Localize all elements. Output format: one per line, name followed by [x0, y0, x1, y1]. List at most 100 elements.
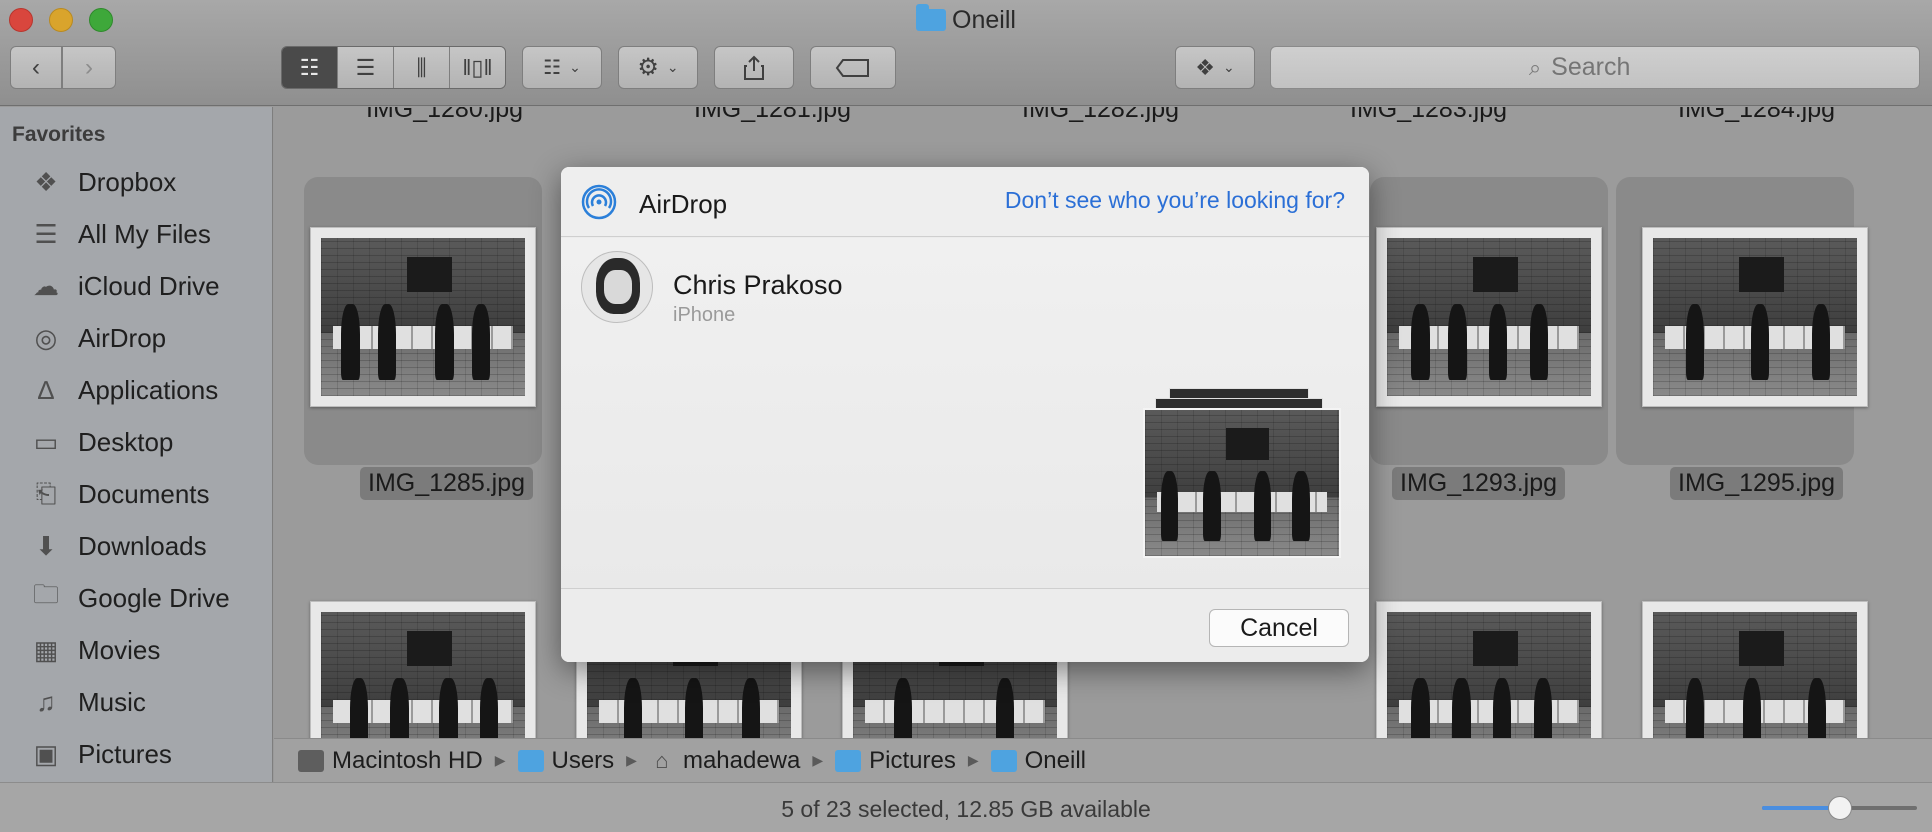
folder-icon: [990, 749, 1017, 772]
help-link[interactable]: Don’t see who you’re looking for?: [1005, 187, 1345, 214]
airdrop-icon: [581, 184, 617, 220]
sidebar-item-label: Google Drive: [78, 582, 230, 613]
icon-view-button[interactable]: ☷: [282, 47, 338, 88]
all-files-icon: ☰: [34, 218, 58, 249]
airdrop-footer: Cancel: [561, 588, 1369, 662]
sidebar-item-label: Pictures: [78, 738, 172, 769]
file-name[interactable]: IMG_1284.jpg: [1678, 107, 1835, 124]
hard-drive-icon: [298, 749, 324, 772]
path-item-label: Pictures: [869, 746, 956, 774]
chevron-down-icon: ⌄: [666, 59, 679, 75]
sidebar-item-label: Movies: [78, 634, 161, 665]
file-name[interactable]: IMG_1283.jpg: [1350, 107, 1507, 124]
cover-flow-view-button[interactable]: ‖▯‖: [450, 47, 505, 88]
music-note-icon: ♫: [36, 686, 56, 717]
search-field[interactable]: ⌕: [1270, 46, 1920, 89]
columns-icon: ⫼: [416, 54, 427, 80]
file-name[interactable]: IMG_1280.jpg: [366, 107, 523, 124]
slider-knob[interactable]: [1827, 796, 1852, 820]
path-item-label: Macintosh HD: [332, 746, 483, 774]
action-button[interactable]: ⚙ ⌄: [618, 46, 698, 89]
file-name[interactable]: IMG_1281.jpg: [694, 107, 851, 124]
sidebar-item-pictures[interactable]: ▣ Pictures: [28, 734, 172, 774]
file-thumbnail[interactable]: [1642, 227, 1868, 407]
chevron-left-icon: ‹: [32, 53, 40, 81]
sidebar-item-movies[interactable]: ▦ Movies: [28, 630, 161, 670]
cancel-button[interactable]: Cancel: [1209, 609, 1349, 647]
partial-top-row: IMG_1280.jpg IMG_1281.jpg IMG_1282.jpg I…: [274, 107, 1932, 125]
sidebar-item-music[interactable]: ♫ Music: [28, 682, 146, 722]
file-thumbnail[interactable]: [1376, 601, 1602, 738]
forward-button[interactable]: ›: [62, 46, 116, 89]
recipient-name[interactable]: Chris Prakoso: [673, 270, 843, 301]
sidebar-item-label: Downloads: [78, 530, 207, 561]
search-input[interactable]: [1551, 53, 1662, 82]
sidebar-item-airdrop[interactable]: ◎ AirDrop: [28, 318, 166, 358]
path-item-macintosh-hd[interactable]: Macintosh HD: [298, 747, 483, 775]
camera-icon: ▣: [33, 738, 59, 769]
photo-thumbnail: [321, 238, 525, 396]
file-name-label[interactable]: IMG_1293.jpg: [1392, 467, 1566, 500]
status-bar: 5 of 23 selected, 12.85 GB available: [0, 782, 1932, 832]
folder-icon: [835, 749, 862, 772]
path-separator-icon: ▶: [967, 752, 979, 768]
share-button[interactable]: [714, 46, 794, 89]
dropbox-menu-button[interactable]: ❖ ⌄: [1175, 46, 1255, 89]
folder-icon: [517, 749, 544, 772]
window-toolbar: Oneill ‹ › ☷ ☰ ⫼ ‖▯‖ ☷ ⌄ ⚙ ⌄ ❖ ⌄ ⌕: [0, 0, 1932, 106]
sidebar-item-all-my-files[interactable]: ☰ All My Files: [28, 214, 211, 254]
sidebar-item-label: All My Files: [78, 218, 211, 249]
file-thumbnail[interactable]: [310, 601, 536, 738]
icon-size-slider[interactable]: [1762, 796, 1917, 820]
path-separator-icon: ▶: [494, 752, 506, 768]
arrange-button[interactable]: ☷ ⌄: [522, 46, 602, 89]
tag-icon: [835, 58, 869, 77]
gear-icon: ⚙: [637, 54, 659, 81]
path-item-oneill[interactable]: Oneill: [990, 746, 1086, 775]
window-title: Oneill: [0, 4, 1932, 35]
chevron-down-icon: ⌄: [569, 59, 581, 75]
sidebar-item-downloads[interactable]: ⬇ Downloads: [28, 526, 207, 566]
sidebar-item-documents[interactable]: ⎗ Documents: [28, 474, 210, 514]
list-view-button[interactable]: ☰: [338, 47, 394, 88]
file-name-label[interactable]: IMG_1295.jpg: [1670, 467, 1844, 500]
sidebar-item-label: Documents: [78, 478, 210, 509]
path-item-label: Oneill: [1024, 746, 1086, 774]
sidebar-item-google-drive[interactable]: 🗀 Google Drive: [28, 578, 230, 618]
file-thumbnail[interactable]: [1642, 601, 1868, 738]
path-separator-icon: ▶: [626, 752, 637, 768]
view-mode-segmented-control: ☷ ☰ ⫼ ‖▯‖: [281, 46, 506, 89]
sidebar-item-desktop[interactable]: ▭ Desktop: [28, 422, 174, 462]
window-title-text: Oneill: [952, 6, 1016, 34]
tag-button[interactable]: [810, 46, 896, 89]
cover-flow-icon: ‖▯‖: [462, 54, 493, 80]
file-name-label[interactable]: IMG_1285.jpg: [360, 467, 534, 500]
sidebar-item-dropbox[interactable]: ❖ Dropbox: [28, 162, 176, 202]
sidebar-heading: Favorites: [12, 123, 106, 146]
path-item-users[interactable]: Users: [517, 747, 614, 775]
sidebar: Favorites ❖ Dropbox ☰ All My Files ☁ iCloud…: [0, 107, 273, 832]
sidebar-item-applications[interactable]: ∆ Applications: [28, 370, 218, 410]
column-view-button[interactable]: ⫼: [394, 47, 450, 88]
back-button[interactable]: ‹: [10, 46, 62, 89]
path-item-pictures[interactable]: Pictures: [835, 747, 956, 775]
search-icon: ⌕: [1528, 54, 1542, 80]
airdrop-icon: ◎: [34, 322, 58, 353]
photo-thumbnail: [1653, 612, 1857, 738]
file-name[interactable]: IMG_1282.jpg: [1022, 107, 1179, 124]
avatar[interactable]: [581, 251, 653, 323]
share-icon: [744, 55, 764, 80]
path-item-home[interactable]: ⌂ mahadewa: [649, 747, 800, 775]
folder-icon: [916, 4, 947, 31]
files-preview-thumbnail: [1143, 408, 1341, 558]
downloads-icon: ⬇: [35, 530, 57, 561]
file-thumbnail[interactable]: [1376, 227, 1602, 407]
sidebar-item-label: iCloud Drive: [78, 270, 220, 301]
arrange-grid-icon: ☷: [543, 57, 562, 79]
file-thumbnail[interactable]: [310, 227, 536, 407]
photo-thumbnail: [1653, 238, 1857, 396]
list-icon: ☰: [355, 54, 376, 80]
path-separator-icon: ▶: [812, 752, 824, 768]
grid-icon: ☷: [299, 54, 320, 80]
sidebar-item-icloud-drive[interactable]: ☁ iCloud Drive: [28, 266, 220, 306]
